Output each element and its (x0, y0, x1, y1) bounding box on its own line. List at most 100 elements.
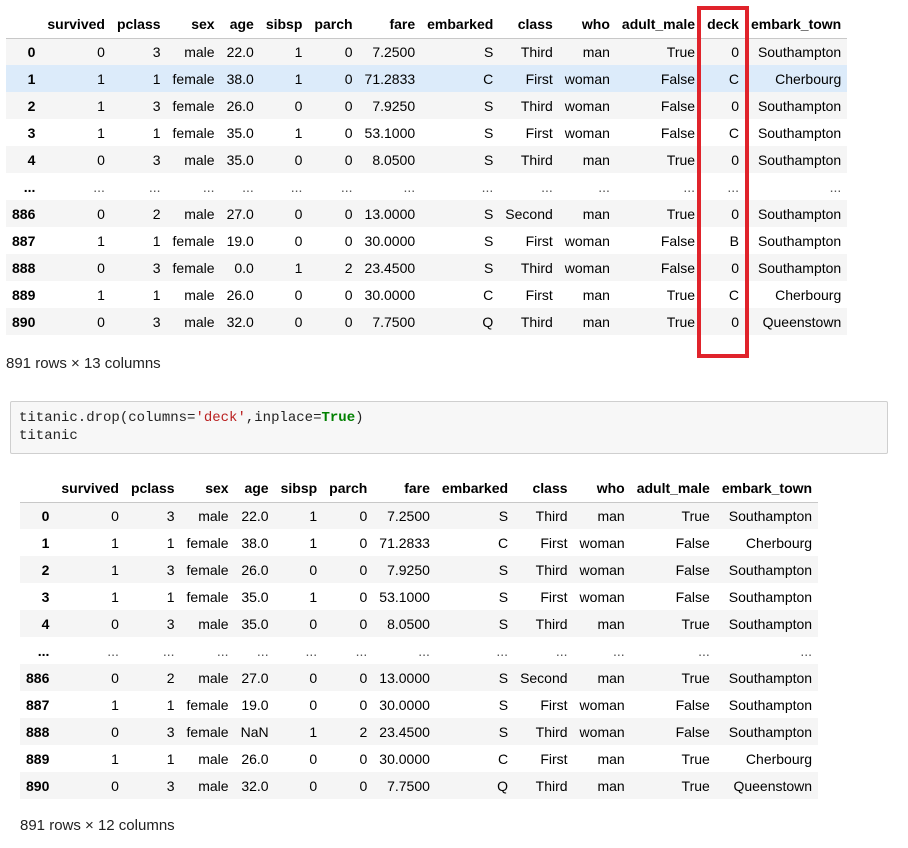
column-header: parch (323, 475, 374, 503)
column-header: pclass (124, 475, 181, 503)
table-cell: S (435, 664, 515, 691)
table-cell: woman (579, 696, 625, 713)
table-row: 889 1 1 male 26.0 0 0 30.0000 C First man True C Cher… (6, 281, 847, 308)
table-cell: S (435, 502, 515, 529)
table-cell: ... (481, 178, 494, 195)
table-cell: 3 (124, 556, 181, 583)
table-cell: 0 (359, 588, 368, 605)
table-cell: 1 (259, 254, 309, 281)
table-cell: First (540, 534, 568, 551)
table-cell: Third (514, 502, 574, 529)
table-cell: Cherbourg (775, 286, 842, 303)
table-cell: 0 (323, 502, 374, 529)
table-cell: Second (514, 664, 574, 691)
table-row: 889 1 1 male 26.0 0 0 30.0000 C First man True Cherb… (20, 745, 818, 772)
table-cell: 0 (359, 750, 368, 767)
table-cell: man (573, 664, 631, 691)
table-cell: female (166, 92, 221, 119)
table-cell: 26.0 (226, 286, 254, 303)
code-input-cell[interactable]: titanic.drop(columns='deck',inplace=True… (10, 401, 888, 454)
table-cell: 1 (274, 718, 324, 745)
table-cell: 0 (259, 200, 309, 227)
table-cell: 1 (110, 65, 167, 92)
table-cell: Third (514, 718, 574, 745)
table-cell: 23.4500 (358, 254, 422, 281)
table-cell: 0 (308, 308, 359, 335)
table-cell: S (421, 38, 500, 65)
table-cell: Southampton (744, 254, 848, 281)
table-cell: First (525, 232, 553, 249)
column-header: age (234, 475, 275, 503)
table-cell: 35.0 (241, 588, 269, 605)
table-cell: Southampton (744, 200, 848, 227)
table-cell: man (558, 200, 616, 227)
table-cell: male (166, 146, 221, 173)
column-header: fare (358, 11, 422, 39)
table-cell: Southampton (715, 664, 819, 691)
table-cell: ... (598, 178, 610, 195)
table-cell: True (666, 286, 696, 303)
table-cell: ... (305, 642, 318, 659)
table-cell: 0 (41, 308, 111, 335)
table-cell: 0 (309, 750, 318, 767)
table-cell: 0 (55, 664, 125, 691)
column-header: embarked (421, 11, 500, 39)
row-index: 1 (6, 65, 42, 92)
table-cell: 53.1000 (364, 124, 416, 141)
table-cell: 0 (259, 308, 309, 335)
table-cell: man (573, 610, 631, 637)
row-index: 886 (20, 664, 56, 691)
table-cell: First (540, 696, 568, 713)
column-header: pclass (110, 11, 167, 39)
table-row: 4 0 3 male 35.0 0 0 8.0500 S Third man True Southamp… (20, 610, 819, 637)
table-cell: 0 (274, 556, 324, 583)
table-cell: male (180, 610, 235, 637)
table-cell: man (597, 750, 625, 767)
table-cell: 0 (309, 696, 318, 713)
row-index: 3 (27, 124, 36, 141)
table-cell: 32.0 (234, 772, 275, 799)
table-row: 888 0 3 female NaN 1 2 23.4500 S Third woman False S… (20, 718, 819, 745)
table-cell: 0 (274, 772, 324, 799)
table-cell: ... (290, 178, 303, 195)
table-cell: True (615, 38, 702, 65)
table-cell: Third (514, 772, 574, 799)
table-cell: NaN (234, 718, 275, 745)
table-cell: 3 (110, 38, 167, 65)
row-index: 890 (6, 308, 42, 335)
row-index: ... (23, 178, 36, 195)
table-cell: woman (573, 556, 631, 583)
table-cell: ... (683, 178, 696, 195)
table-cell: 1 (152, 124, 161, 141)
table-cell: 3 (124, 772, 181, 799)
row-count-summary: 891 rows × 13 columns (6, 355, 161, 372)
table-cell: 7.2500 (373, 502, 436, 529)
table-cell: 0 (323, 772, 374, 799)
table-cell: 0 (308, 38, 359, 65)
table-row: 886 0 2 male 27.0 0 0 13.0000 S Second man True Sout… (20, 664, 819, 691)
table-cell: First (540, 588, 568, 605)
table-cell: Third (514, 610, 574, 637)
table-cell: 0 (294, 232, 303, 249)
table-cell: Q (435, 772, 515, 799)
table-cell: female (172, 124, 215, 141)
table-cell: ... (800, 642, 813, 659)
table-cell: Southampton (728, 696, 813, 713)
column-header: adult_male (630, 475, 716, 503)
dataframe-table-before-drop: survived pclass sex age sibsp parch fare embark… (6, 11, 848, 335)
table-cell: male (166, 308, 221, 335)
row-index: 3 (41, 588, 50, 605)
table-cell: 7.7500 (358, 308, 422, 335)
table-cell: Southampton (757, 232, 842, 249)
table-cell: 1 (41, 65, 111, 92)
code-keyword-token: True (321, 410, 356, 426)
index-header (20, 475, 56, 503)
table-cell: Southampton (715, 718, 819, 745)
table-cell: 0 (323, 664, 374, 691)
table-cell: man (573, 772, 631, 799)
table-cell: First (540, 750, 568, 767)
table-body: 0 0 3 male 22.0 1 0 7.2500 S Third man True Southamp… (20, 502, 819, 799)
column-header: sibsp (274, 475, 324, 503)
table-cell: 32.0 (220, 308, 260, 335)
row-index: 4 (20, 610, 56, 637)
